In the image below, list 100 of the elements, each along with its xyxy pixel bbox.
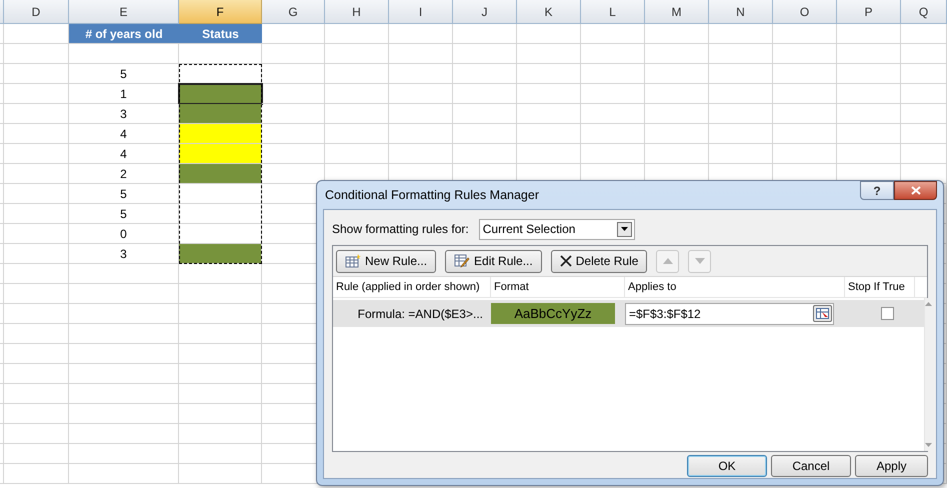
column-header[interactable]: H bbox=[325, 0, 389, 24]
table-cell bbox=[325, 104, 389, 124]
table-cell bbox=[709, 24, 773, 44]
table-cell bbox=[325, 44, 389, 64]
table-header: # of years old bbox=[69, 24, 179, 44]
table-cell bbox=[262, 24, 325, 44]
column-header[interactable]: F bbox=[179, 0, 262, 24]
down-arrow-icon bbox=[620, 227, 628, 231]
table-cell bbox=[453, 44, 517, 64]
scrollbar[interactable] bbox=[924, 298, 932, 451]
table-cell bbox=[837, 64, 901, 84]
table-cell bbox=[453, 124, 517, 144]
applies-to-field[interactable]: =$F$3:$F$12 bbox=[625, 302, 834, 324]
table-cell: 3 bbox=[69, 104, 179, 124]
format-preview: AaBbCcYyZz bbox=[491, 303, 615, 324]
table-cell bbox=[581, 64, 645, 84]
table-cell bbox=[517, 64, 581, 84]
range-picker-icon bbox=[816, 308, 829, 319]
table-cell: 3 bbox=[69, 244, 179, 264]
table-cell bbox=[4, 84, 69, 104]
column-header[interactable]: N bbox=[709, 0, 773, 24]
table-cell bbox=[837, 84, 901, 104]
stop-if-true-checkbox[interactable] bbox=[880, 307, 894, 320]
close-icon bbox=[560, 255, 572, 267]
column-header: Stop If True bbox=[845, 277, 915, 297]
table-cell bbox=[645, 84, 709, 104]
table-cell bbox=[773, 64, 837, 84]
apply-button[interactable]: Apply bbox=[855, 455, 928, 477]
column-header[interactable]: L bbox=[581, 0, 645, 24]
column-header: Format bbox=[491, 277, 625, 297]
table-cell bbox=[901, 64, 947, 84]
table-cell: 4 bbox=[69, 144, 179, 164]
table-cell bbox=[645, 124, 709, 144]
table-cell bbox=[581, 104, 645, 124]
rules-scope-dropdown[interactable]: Current Selection bbox=[478, 218, 635, 240]
table-cell bbox=[262, 144, 325, 164]
cancel-button[interactable]: Cancel bbox=[771, 455, 851, 477]
table-cell bbox=[837, 104, 901, 124]
column-header[interactable]: O bbox=[773, 0, 837, 24]
column-header[interactable]: G bbox=[262, 0, 325, 24]
table-cell: 2 bbox=[69, 164, 179, 184]
table-cell bbox=[517, 84, 581, 104]
table-cell bbox=[4, 344, 69, 364]
help-button[interactable]: ? bbox=[860, 181, 894, 200]
table-cell: 5 bbox=[69, 204, 179, 224]
column-header[interactable]: J bbox=[453, 0, 517, 24]
table-cell bbox=[581, 124, 645, 144]
table-cell bbox=[325, 24, 389, 44]
table-cell bbox=[709, 44, 773, 64]
delete-rule-button[interactable]: Delete Rule bbox=[550, 250, 648, 272]
table-cell bbox=[709, 84, 773, 104]
rule-row[interactable]: Formula: =AND($E3>... AaBbCcYyZz =$F$3:$F$12 bbox=[333, 300, 924, 327]
column-header[interactable]: D bbox=[4, 0, 69, 24]
table-cell: 5 bbox=[69, 184, 179, 204]
table-cell bbox=[901, 104, 947, 124]
table-cell bbox=[581, 44, 645, 64]
table-cell bbox=[262, 84, 325, 104]
field-label: Show formatting rules for: bbox=[332, 221, 469, 238]
table-header: Status bbox=[179, 24, 262, 44]
window-title: Conditional Formatting Rules Manager bbox=[324, 186, 539, 204]
table-cell bbox=[709, 64, 773, 84]
edit-rule-button[interactable]: Edit Rule... bbox=[445, 250, 542, 272]
up-arrow-icon bbox=[662, 258, 673, 264]
table-cell bbox=[453, 84, 517, 104]
table-cell bbox=[901, 44, 947, 64]
column-header: Applies to bbox=[625, 277, 845, 297]
table-cell bbox=[517, 124, 581, 144]
column-header[interactable]: I bbox=[389, 0, 453, 24]
table-cell bbox=[389, 104, 453, 124]
table-cell bbox=[325, 124, 389, 144]
table-pencil-icon bbox=[454, 254, 470, 268]
table-cell bbox=[645, 24, 709, 44]
status-cell[interactable] bbox=[179, 84, 262, 104]
column-header[interactable]: Q bbox=[901, 0, 947, 24]
range-picker-button[interactable] bbox=[813, 305, 832, 322]
table-cell bbox=[645, 44, 709, 64]
table-cell bbox=[262, 44, 325, 64]
ok-button[interactable]: OK bbox=[687, 455, 767, 477]
close-button[interactable] bbox=[894, 181, 937, 200]
table-cell bbox=[4, 264, 69, 284]
table-cell bbox=[645, 64, 709, 84]
column-header[interactable]: M bbox=[645, 0, 709, 24]
table-cell bbox=[4, 204, 69, 224]
table-cell bbox=[837, 24, 901, 44]
table-cell bbox=[4, 424, 69, 444]
column-header[interactable]: P bbox=[837, 0, 901, 24]
table-cell bbox=[262, 124, 325, 144]
table-cell bbox=[453, 64, 517, 84]
new-rule-button[interactable]: New Rule... bbox=[336, 250, 436, 272]
down-arrow-icon bbox=[694, 258, 705, 264]
table-cell bbox=[389, 64, 453, 84]
column-header[interactable]: K bbox=[517, 0, 581, 24]
table-cell bbox=[4, 464, 69, 484]
table-cell bbox=[4, 384, 69, 404]
column-header[interactable] bbox=[0, 0, 4, 24]
dropdown-button[interactable] bbox=[616, 222, 632, 236]
up-arrow-icon bbox=[925, 302, 932, 306]
column-header[interactable]: E bbox=[69, 0, 179, 24]
table-cell bbox=[773, 44, 837, 64]
table-cell bbox=[4, 364, 69, 384]
